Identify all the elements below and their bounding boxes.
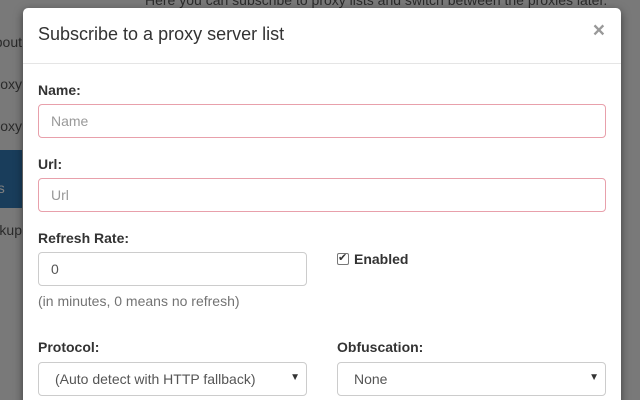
subscribe-dialog: Subscribe to a proxy server list × Name:… <box>23 8 621 400</box>
modal-header: Subscribe to a proxy server list × <box>23 8 621 64</box>
enabled-checkbox[interactable] <box>337 251 349 265</box>
modal-title: Subscribe to a proxy server list <box>38 24 285 44</box>
name-label: Name: <box>38 82 81 98</box>
enabled-label: Enabled <box>354 251 409 267</box>
refresh-rate-input[interactable] <box>38 252 307 286</box>
protocol-select[interactable]: (Auto detect with HTTP fallback) ▼ <box>38 362 307 396</box>
obfuscation-selected-value: None <box>354 371 388 387</box>
protocol-selected-value: (Auto detect with HTTP fallback) <box>55 371 256 387</box>
url-input[interactable] <box>38 178 606 212</box>
chevron-down-icon: ▼ <box>589 372 599 383</box>
protocol-label: Protocol: <box>38 339 100 355</box>
close-icon[interactable]: × <box>593 20 605 41</box>
refresh-rate-help: (in minutes, 0 means no refresh) <box>38 293 240 309</box>
name-input[interactable] <box>38 104 606 138</box>
refresh-rate-label: Refresh Rate: <box>38 230 130 246</box>
obfuscation-label: Obfuscation: <box>337 339 424 355</box>
url-label: Url: <box>38 156 63 172</box>
obfuscation-select[interactable]: None ▼ <box>337 362 606 396</box>
chevron-down-icon: ▼ <box>290 372 300 383</box>
enabled-checkbox-group[interactable]: Enabled <box>337 251 408 267</box>
